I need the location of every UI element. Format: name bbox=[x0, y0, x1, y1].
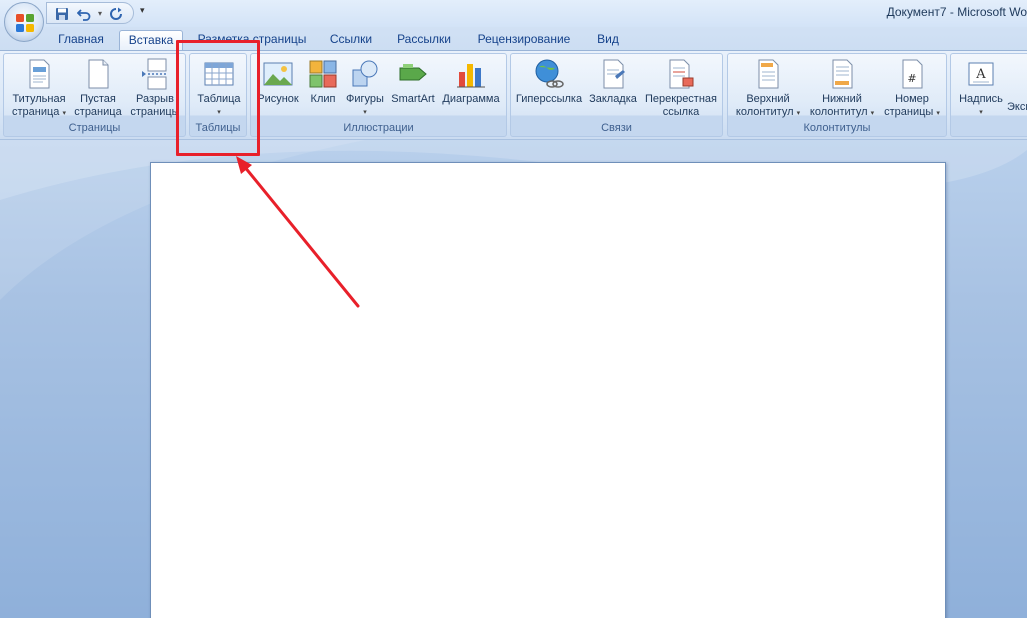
customize-qat-icon[interactable]: ▾ bbox=[140, 5, 145, 16]
title-bar: Документ7 - Microsoft Wo bbox=[0, 0, 1027, 27]
tab-view[interactable]: Вид bbox=[588, 30, 628, 51]
chevron-down-icon: ▾ bbox=[870, 110, 875, 117]
svg-text:#: # bbox=[907, 72, 916, 85]
quick-parts-label: Эксп bbox=[1007, 101, 1027, 113]
blank-page-label-1: Пустая bbox=[80, 93, 116, 105]
group-illustrations: Рисунок Клип Фигуры ▾ SmartArt Диаграмма… bbox=[250, 53, 507, 137]
tab-review[interactable]: Рецензирование bbox=[468, 30, 580, 51]
header-label-2: колонтитул bbox=[735, 106, 794, 118]
picture-label: Рисунок bbox=[257, 93, 299, 105]
header-button[interactable]: Верхний колонтитул ▾ bbox=[732, 58, 804, 120]
page-break-icon bbox=[142, 58, 167, 90]
ribbon: Титульная страница ▾ Пустая страница Раз… bbox=[0, 50, 1027, 140]
shapes-icon bbox=[352, 60, 378, 87]
chart-label: Диаграмма bbox=[442, 93, 500, 105]
cross-reference-label-1: Перекрестная bbox=[645, 93, 717, 105]
footer-label-2: колонтитул bbox=[809, 106, 868, 118]
chart-button[interactable]: Диаграмма bbox=[439, 58, 503, 106]
bookmark-icon bbox=[603, 59, 625, 89]
cross-reference-icon bbox=[669, 59, 694, 89]
window-title: Документ7 - Microsoft Wo bbox=[886, 5, 1027, 19]
header-icon bbox=[758, 59, 779, 89]
group-illustrations-label: Иллюстрации bbox=[343, 122, 414, 134]
ribbon-tabs: Главная Вставка Разметка страницы Ссылки… bbox=[0, 27, 1027, 52]
office-button[interactable] bbox=[4, 2, 44, 42]
group-text: A Надпись ▾ Эксп bbox=[950, 53, 1027, 137]
smartart-icon bbox=[399, 64, 427, 81]
clip-art-icon bbox=[309, 60, 337, 88]
chart-icon bbox=[457, 64, 485, 88]
redo-icon[interactable] bbox=[107, 5, 125, 22]
chevron-down-icon: ▾ bbox=[62, 110, 66, 117]
blank-page-button[interactable]: Пустая страница bbox=[72, 58, 124, 119]
clip-art-label: Клип bbox=[310, 93, 336, 105]
bookmark-button[interactable]: Закладка bbox=[587, 58, 639, 106]
cover-page-label-2: страница bbox=[12, 106, 60, 118]
smartart-label: SmartArt bbox=[391, 93, 435, 105]
blank-page-label-2: страница bbox=[74, 106, 122, 118]
smartart-button[interactable]: SmartArt bbox=[389, 58, 437, 106]
shapes-label: Фигуры bbox=[346, 93, 384, 105]
clip-art-button[interactable]: Клип bbox=[305, 58, 341, 106]
text-box-button[interactable]: A Надпись ▾ bbox=[955, 58, 1007, 119]
save-icon[interactable] bbox=[53, 5, 71, 22]
picture-icon bbox=[263, 62, 293, 86]
text-box-icon: A bbox=[968, 62, 994, 86]
chevron-down-icon: ▾ bbox=[796, 110, 801, 117]
group-pages: Титульная страница ▾ Пустая страница Раз… bbox=[3, 53, 186, 137]
blank-page-icon bbox=[88, 59, 109, 89]
chevron-down-icon: ▾ bbox=[936, 110, 940, 117]
group-pages-label: Страницы bbox=[68, 122, 121, 134]
group-header-footer-label: Колонтитулы bbox=[803, 122, 871, 134]
quick-parts-button[interactable]: Эксп bbox=[1007, 101, 1027, 114]
tab-mailings[interactable]: Рассылки bbox=[390, 30, 458, 51]
quick-access-toolbar: ▾ bbox=[46, 2, 134, 24]
cover-page-label-1: Титульная bbox=[12, 93, 66, 105]
shapes-button[interactable]: Фигуры ▾ bbox=[343, 58, 387, 119]
page-number-label-1: Номер bbox=[895, 93, 929, 105]
footer-button[interactable]: Нижний колонтитул ▾ bbox=[806, 58, 878, 120]
page-number-button[interactable]: # Номер страницы ▾ bbox=[880, 58, 944, 120]
picture-button[interactable]: Рисунок bbox=[255, 58, 301, 106]
tab-references[interactable]: Ссылки bbox=[322, 30, 380, 51]
tab-insert[interactable]: Вставка bbox=[119, 30, 183, 52]
bookmark-label: Закладка bbox=[589, 93, 637, 105]
group-links-label: Связи bbox=[601, 122, 632, 134]
page-number-icon: # bbox=[902, 59, 923, 89]
chevron-down-icon: ▾ bbox=[979, 109, 983, 116]
document-page[interactable] bbox=[150, 162, 946, 618]
annotation-highlight-box bbox=[176, 40, 260, 156]
hyperlink-label: Гиперссылка bbox=[515, 93, 583, 105]
office-logo-icon bbox=[16, 14, 34, 32]
page-number-label-2: страницы bbox=[884, 106, 934, 118]
hyperlink-button[interactable]: Гиперссылка bbox=[515, 58, 583, 106]
footer-icon bbox=[832, 59, 853, 89]
cross-reference-button[interactable]: Перекрестная ссылка bbox=[641, 58, 721, 119]
footer-label-1: Нижний bbox=[822, 93, 862, 105]
header-label-1: Верхний bbox=[746, 93, 790, 105]
text-box-label: Надпись bbox=[959, 93, 1003, 105]
group-links: Гиперссылка Закладка Перекрестная ссылка… bbox=[510, 53, 723, 137]
group-header-footer: Верхний колонтитул ▾ Нижний колонтитул ▾… bbox=[727, 53, 947, 137]
tab-home[interactable]: Главная bbox=[50, 30, 112, 51]
chevron-down-icon: ▾ bbox=[363, 109, 367, 116]
svg-text:A: A bbox=[975, 67, 986, 82]
cover-page-button[interactable]: Титульная страница ▾ bbox=[8, 58, 70, 120]
cross-reference-label-2: ссылка bbox=[662, 106, 700, 118]
hyperlink-icon bbox=[535, 59, 564, 88]
cover-page-icon bbox=[29, 59, 50, 89]
